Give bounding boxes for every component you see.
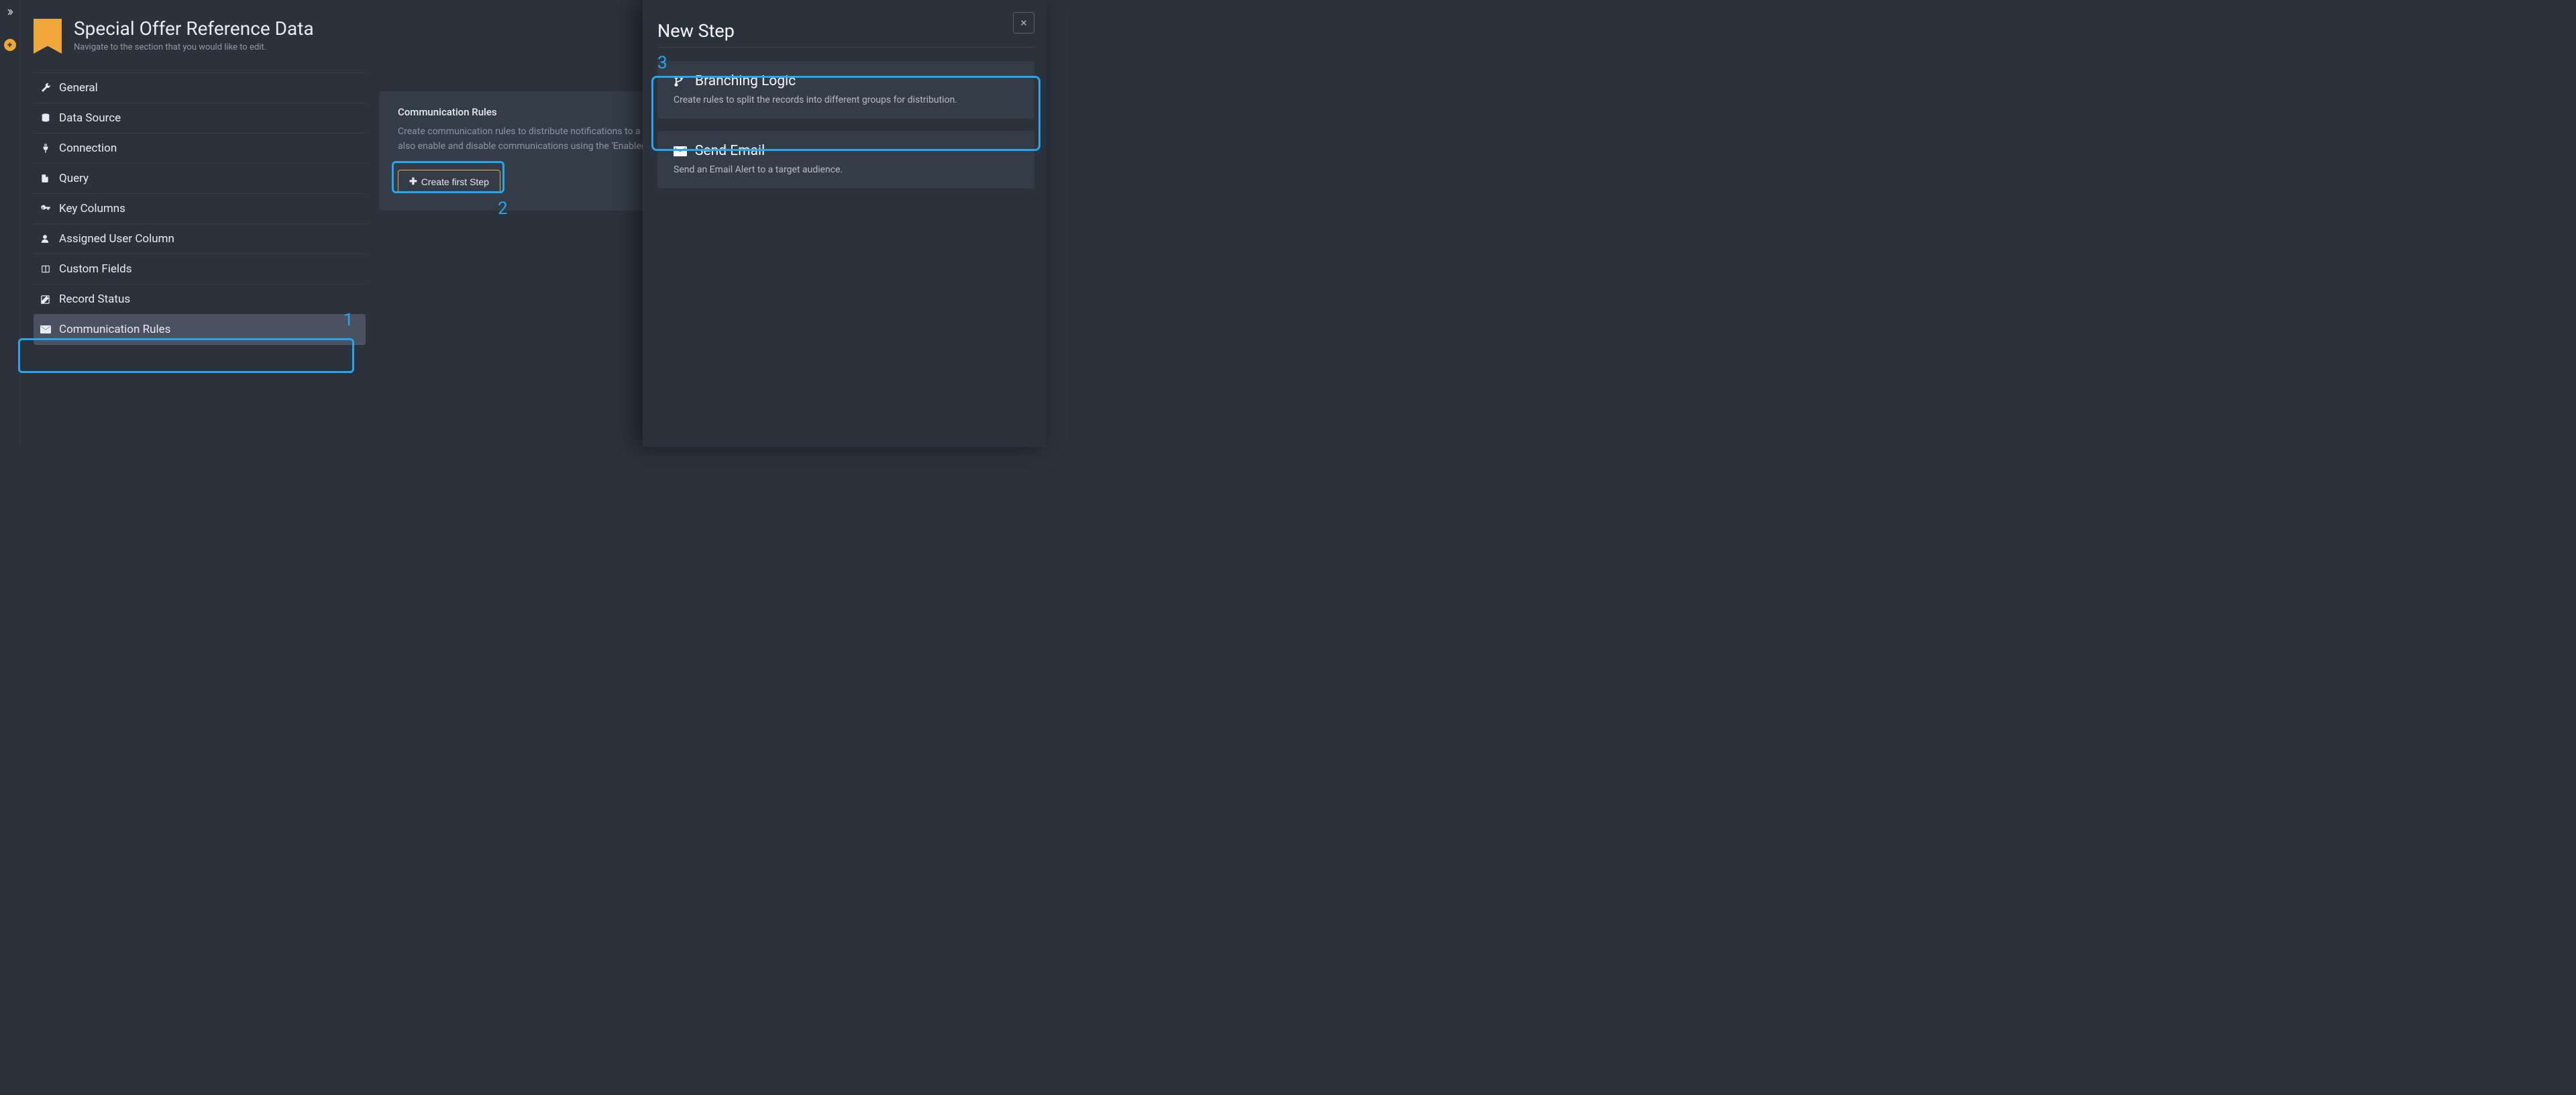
step-option-desc: Send an Email Alert to a target audience… — [674, 164, 1018, 175]
nav-custom-fields[interactable]: Custom Fields — [34, 254, 366, 284]
step-option-desc: Create rules to split the records into d… — [674, 95, 1018, 105]
nav-connection[interactable]: Connection — [34, 133, 366, 163]
key-icon — [40, 203, 52, 214]
nav-label: Connection — [59, 142, 117, 155]
wrench-icon — [40, 83, 52, 93]
drawer-title: New Step — [657, 20, 1034, 42]
nav-key-columns[interactable]: Key Columns — [34, 193, 366, 223]
branch-icon — [674, 74, 688, 88]
button-label: Create first Step — [421, 176, 489, 187]
step-option-send-email[interactable]: Send Email Send an Email Alert to a targ… — [657, 131, 1034, 189]
left-rail: + — [0, 0, 20, 447]
nav-query[interactable]: Query — [34, 163, 366, 193]
envelope-icon — [674, 146, 688, 156]
step-option-branching-logic[interactable]: Branching Logic Create rules to split th… — [657, 61, 1034, 119]
nav-communication-rules[interactable]: Communication Rules — [34, 314, 366, 345]
nav-label: Assigned User Column — [59, 232, 174, 246]
nav-label: Custom Fields — [59, 262, 131, 276]
database-icon — [40, 113, 52, 123]
step-option-title: Branching Logic — [695, 73, 796, 89]
new-step-drawer: New Step Branching Logic Create rules to… — [643, 0, 1046, 447]
expand-rail-icon[interactable] — [6, 8, 14, 16]
divider — [657, 47, 1034, 48]
page-subtitle: Navigate to the section that you would l… — [74, 42, 314, 52]
nav-general[interactable]: General — [34, 72, 366, 103]
file-icon — [40, 173, 52, 184]
nav-label: Data Source — [59, 111, 121, 125]
envelope-icon — [40, 325, 52, 333]
columns-icon — [40, 264, 52, 274]
page-title: Special Offer Reference Data — [74, 19, 314, 40]
create-first-step-button[interactable]: ✚ Create first Step — [398, 170, 500, 193]
nav-label: Query — [59, 172, 89, 185]
nav-assigned-user[interactable]: Assigned User Column — [34, 223, 366, 254]
nav-label: Key Columns — [59, 202, 125, 215]
add-circle-icon[interactable]: + — [4, 39, 16, 51]
nav-label: Record Status — [59, 293, 130, 306]
section-nav: General Data Source Connection — [34, 72, 366, 345]
bookmark-icon — [34, 19, 62, 54]
nav-data-source[interactable]: Data Source — [34, 103, 366, 133]
nav-label: General — [59, 81, 98, 95]
edit-icon — [40, 295, 52, 305]
nav-label: Communication Rules — [59, 323, 170, 336]
page-header: Special Offer Reference Data Navigate to… — [34, 19, 366, 54]
plug-icon — [40, 143, 52, 154]
close-drawer-button[interactable] — [1013, 12, 1034, 34]
step-option-title: Send Email — [695, 143, 765, 159]
plus-icon: ✚ — [409, 176, 417, 187]
nav-record-status[interactable]: Record Status — [34, 284, 366, 314]
user-icon — [40, 233, 52, 244]
